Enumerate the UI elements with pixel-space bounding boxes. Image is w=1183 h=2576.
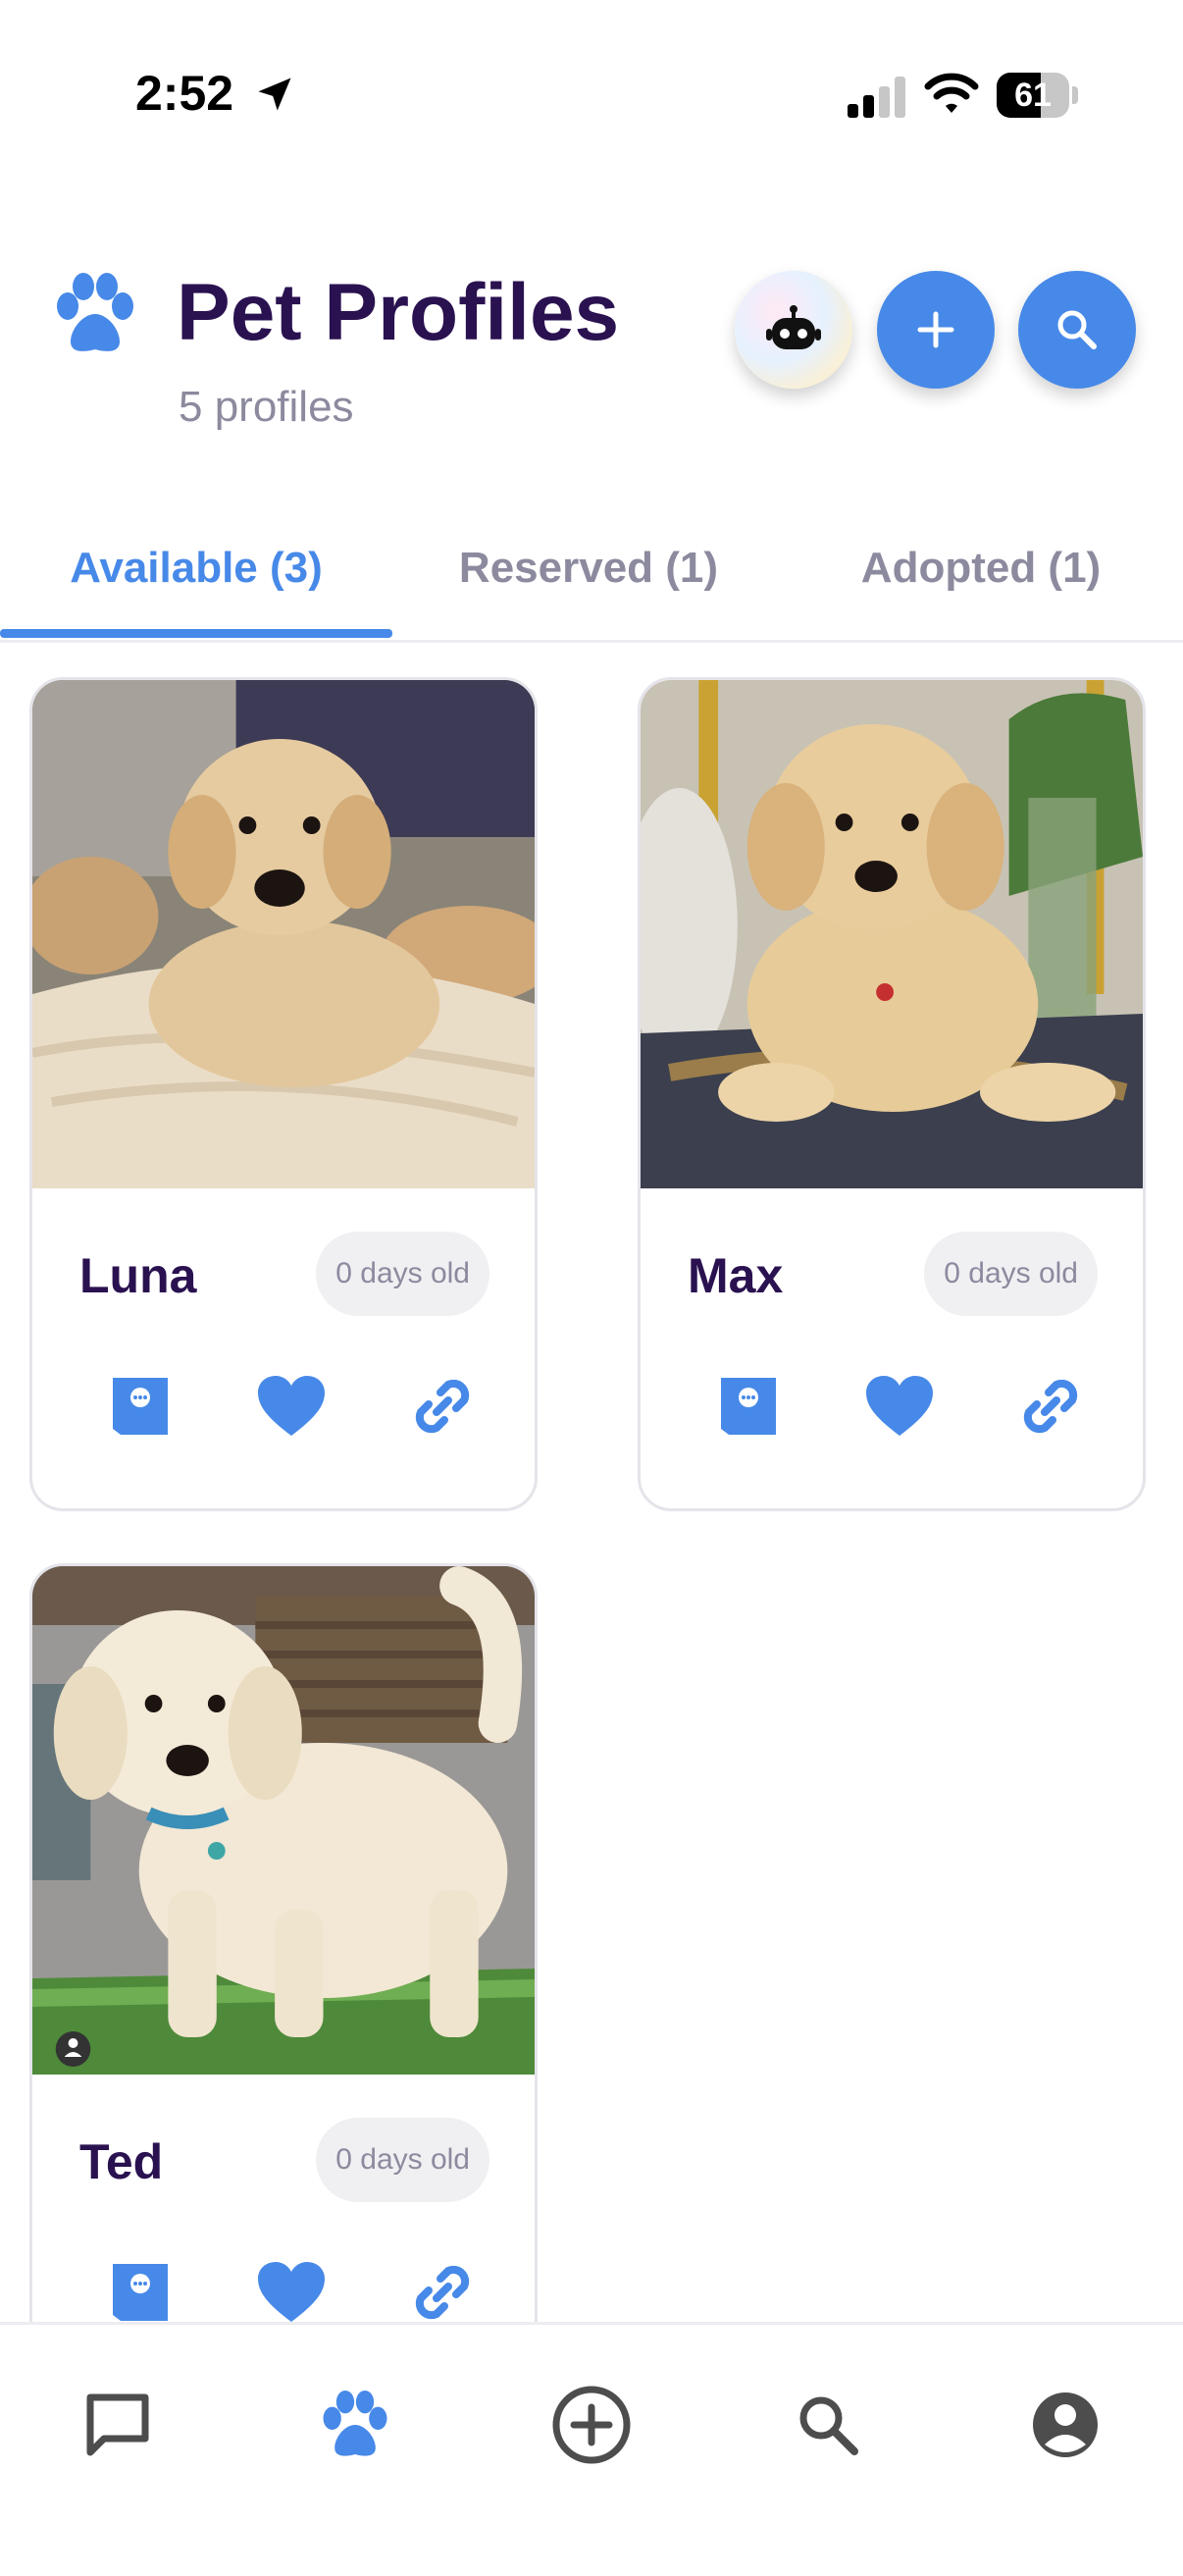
cellular-signal-icon (848, 77, 905, 118)
age-badge: 0 days old (924, 1232, 1098, 1316)
paw-icon (57, 273, 133, 351)
account-icon (1033, 2392, 1098, 2457)
pet-card-ted[interactable]: Ted 0 days old (29, 1563, 538, 2397)
share-link-button[interactable] (1011, 1367, 1090, 1446)
battery-percent: 61 (1014, 77, 1052, 114)
nav-profile[interactable] (1016, 2376, 1114, 2474)
profile-count: 5 profiles (179, 383, 354, 431)
active-tab-indicator (0, 629, 392, 638)
pet-photo (32, 1566, 535, 2075)
message-icon (113, 1378, 168, 1435)
add-profile-button[interactable] (877, 271, 995, 389)
message-button[interactable] (101, 2253, 180, 2332)
status-time: 2:52 (135, 66, 234, 121)
favorite-button[interactable] (860, 1367, 939, 1446)
paw-icon (323, 2391, 387, 2456)
page-title: Pet Profiles (177, 268, 620, 357)
nav-pets[interactable] (306, 2376, 404, 2474)
status-tabs: Available (3) Reserved (1) Adopted (1) (0, 510, 1183, 643)
heart-icon (866, 1376, 933, 1436)
pet-name: Luna (79, 1248, 197, 1303)
pet-card-luna[interactable]: Luna 0 days old (29, 677, 538, 1511)
message-button[interactable] (101, 1367, 180, 1446)
battery-indicator: 61 (997, 73, 1079, 118)
chat-icon (86, 2393, 149, 2456)
location-arrow-icon (258, 78, 291, 111)
link-icon (1023, 1379, 1078, 1434)
message-icon (721, 1378, 776, 1435)
pet-card-max[interactable]: Max 0 days old (638, 677, 1146, 1511)
message-icon (113, 2264, 168, 2321)
pet-name: Max (688, 1248, 784, 1303)
heart-icon (258, 2262, 325, 2322)
card-actions (641, 1367, 1143, 1446)
tab-reserved[interactable]: Reserved (1) (392, 544, 785, 593)
pet-photo (32, 680, 535, 1188)
message-button[interactable] (709, 1367, 788, 1446)
favorite-button[interactable] (252, 1367, 331, 1446)
wifi-icon (924, 73, 979, 113)
add-circle-icon (552, 2386, 631, 2464)
pet-name: Ted (79, 2134, 164, 2189)
nav-add[interactable] (542, 2376, 641, 2474)
search-icon (1057, 310, 1097, 349)
search-icon (799, 2396, 858, 2455)
favorite-button[interactable] (252, 2253, 331, 2332)
age-badge: 0 days old (316, 1232, 489, 1316)
plus-icon (917, 311, 954, 348)
share-link-button[interactable] (403, 1367, 482, 1446)
robot-icon (766, 305, 821, 349)
ai-assistant-button[interactable] (735, 271, 852, 389)
search-button[interactable] (1018, 271, 1136, 389)
link-icon (415, 2265, 470, 2320)
card-actions (32, 2253, 535, 2332)
tab-adopted[interactable]: Adopted (1) (785, 544, 1177, 593)
nav-messages[interactable] (69, 2376, 167, 2474)
share-link-button[interactable] (403, 2253, 482, 2332)
nav-search[interactable] (779, 2376, 877, 2474)
link-icon (415, 1379, 470, 1434)
heart-icon (258, 1376, 325, 1436)
age-badge: 0 days old (316, 2118, 489, 2202)
bottom-nav (0, 2322, 1183, 2576)
pet-photo (641, 680, 1143, 1188)
card-actions (32, 1367, 535, 1446)
tab-available[interactable]: Available (3) (0, 544, 392, 593)
